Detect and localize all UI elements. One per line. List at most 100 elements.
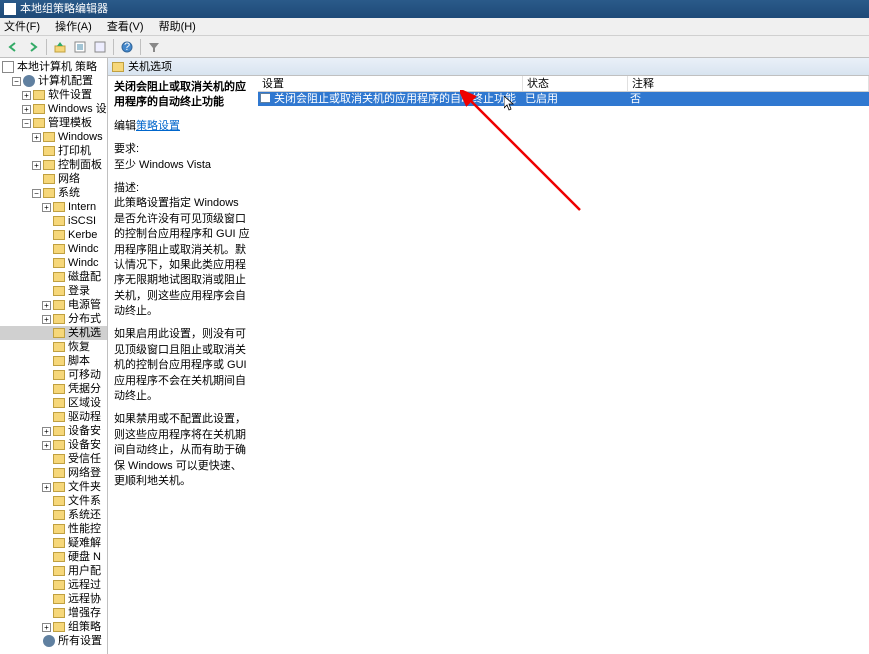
tree-item[interactable]: +分布式 [0,312,107,326]
col-state[interactable]: 状态 [523,76,628,91]
expand-icon[interactable] [42,385,51,394]
tree-item[interactable]: −计算机配置 [0,74,107,88]
tree-item[interactable]: 用户配 [0,564,107,578]
col-note[interactable]: 注释 [628,76,869,91]
tree-item[interactable]: 脚本 [0,354,107,368]
forward-button[interactable] [24,38,42,56]
tree-item[interactable]: +Windows [0,130,107,144]
expand-icon[interactable]: + [32,161,41,170]
menu-action[interactable]: 操作(A) [55,21,92,33]
tree-item[interactable]: 恢复 [0,340,107,354]
tree-item[interactable]: 远程协 [0,592,107,606]
expand-icon[interactable]: + [42,623,51,632]
expand-icon[interactable] [42,231,51,240]
policy-row[interactable]: 关闭会阻止或取消关机的应用程序的自动终止功能 已启用 否 [258,92,869,106]
expand-icon[interactable] [42,455,51,464]
tree-item[interactable]: +组策略 [0,620,107,634]
expand-icon[interactable] [42,273,51,282]
expand-icon[interactable] [42,595,51,604]
expand-icon[interactable] [42,217,51,226]
tree-item[interactable]: 可移动 [0,368,107,382]
tree-item[interactable]: 文件系 [0,494,107,508]
expand-icon[interactable] [32,175,41,184]
expand-icon[interactable]: + [42,483,51,492]
tree-item[interactable]: 硬盘 N [0,550,107,564]
tree-item[interactable]: 受信任 [0,452,107,466]
tree-item[interactable]: +文件夹 [0,480,107,494]
expand-icon[interactable] [42,413,51,422]
expand-icon[interactable]: − [12,77,21,86]
expand-icon[interactable] [42,539,51,548]
expand-icon[interactable] [42,497,51,506]
export-icon[interactable] [91,38,109,56]
expand-icon[interactable]: + [22,91,31,100]
menu-help[interactable]: 帮助(H) [159,21,196,33]
expand-icon[interactable]: + [22,105,31,114]
tree-item[interactable]: 性能控 [0,522,107,536]
tree-item[interactable]: iSCSI [0,214,107,228]
tree-item[interactable]: 区域设 [0,396,107,410]
tree-item[interactable]: 驱动程 [0,410,107,424]
back-button[interactable] [4,38,22,56]
expand-icon[interactable]: − [32,189,41,198]
expand-icon[interactable] [42,357,51,366]
menu-file[interactable]: 文件(F) [4,21,40,33]
expand-icon[interactable] [32,147,41,156]
filter-icon[interactable] [145,38,163,56]
edit-policy-link[interactable]: 策略设置 [136,120,180,132]
tree-item[interactable]: 所有设置 [0,634,107,648]
expand-icon[interactable] [42,567,51,576]
expand-icon[interactable]: + [42,301,51,310]
tree-item[interactable]: +Intern [0,200,107,214]
tree-item[interactable]: Windc [0,242,107,256]
tree-item[interactable]: 疑难解 [0,536,107,550]
description-p1: 此策略设置指定 Windows 是否允许没有可见顶级窗口的控制台应用程序和 GU… [114,196,252,319]
tree-item[interactable]: 远程过 [0,578,107,592]
tree-item[interactable]: +软件设置 [0,88,107,102]
tree-item[interactable]: +电源管 [0,298,107,312]
expand-icon[interactable]: + [32,133,41,142]
expand-icon[interactable]: + [42,427,51,436]
tree-root[interactable]: 本地计算机 策略 [0,60,107,74]
tree-item[interactable]: 打印机 [0,144,107,158]
list-icon[interactable] [71,38,89,56]
col-setting[interactable]: 设置 [258,76,523,91]
help-icon[interactable]: ? [118,38,136,56]
expand-icon[interactable] [42,609,51,618]
expand-icon[interactable] [42,329,51,338]
tree-item[interactable]: 关机选 [0,326,107,340]
tree-item[interactable]: Windc [0,256,107,270]
tree-item[interactable]: Kerbe [0,228,107,242]
tree-item[interactable]: −系统 [0,186,107,200]
tree-item[interactable]: 增强存 [0,606,107,620]
tree-item[interactable]: 网络 [0,172,107,186]
tree-item[interactable]: 网络登 [0,466,107,480]
expand-icon[interactable] [42,581,51,590]
expand-icon[interactable]: + [42,315,51,324]
up-button[interactable] [51,38,69,56]
expand-icon[interactable] [42,511,51,520]
expand-icon[interactable] [32,637,41,646]
tree-item[interactable]: 系统还 [0,508,107,522]
expand-icon[interactable]: + [42,203,51,212]
expand-icon[interactable] [42,469,51,478]
expand-icon[interactable] [42,245,51,254]
expand-icon[interactable] [42,343,51,352]
tree-item[interactable]: −管理模板 [0,116,107,130]
tree-item[interactable]: +设备安 [0,424,107,438]
tree-item[interactable]: 登录 [0,284,107,298]
expand-icon[interactable] [42,553,51,562]
expand-icon[interactable]: − [22,119,31,128]
expand-icon[interactable] [42,371,51,380]
tree-item[interactable]: 磁盘配 [0,270,107,284]
expand-icon[interactable]: + [42,441,51,450]
expand-icon[interactable] [42,287,51,296]
tree-item[interactable]: +Windows 设 [0,102,107,116]
tree-item[interactable]: +设备安 [0,438,107,452]
expand-icon[interactable] [42,399,51,408]
tree-item[interactable]: +控制面板 [0,158,107,172]
expand-icon[interactable] [42,259,51,268]
expand-icon[interactable] [42,525,51,534]
menu-view[interactable]: 查看(V) [107,21,144,33]
tree-item[interactable]: 凭据分 [0,382,107,396]
